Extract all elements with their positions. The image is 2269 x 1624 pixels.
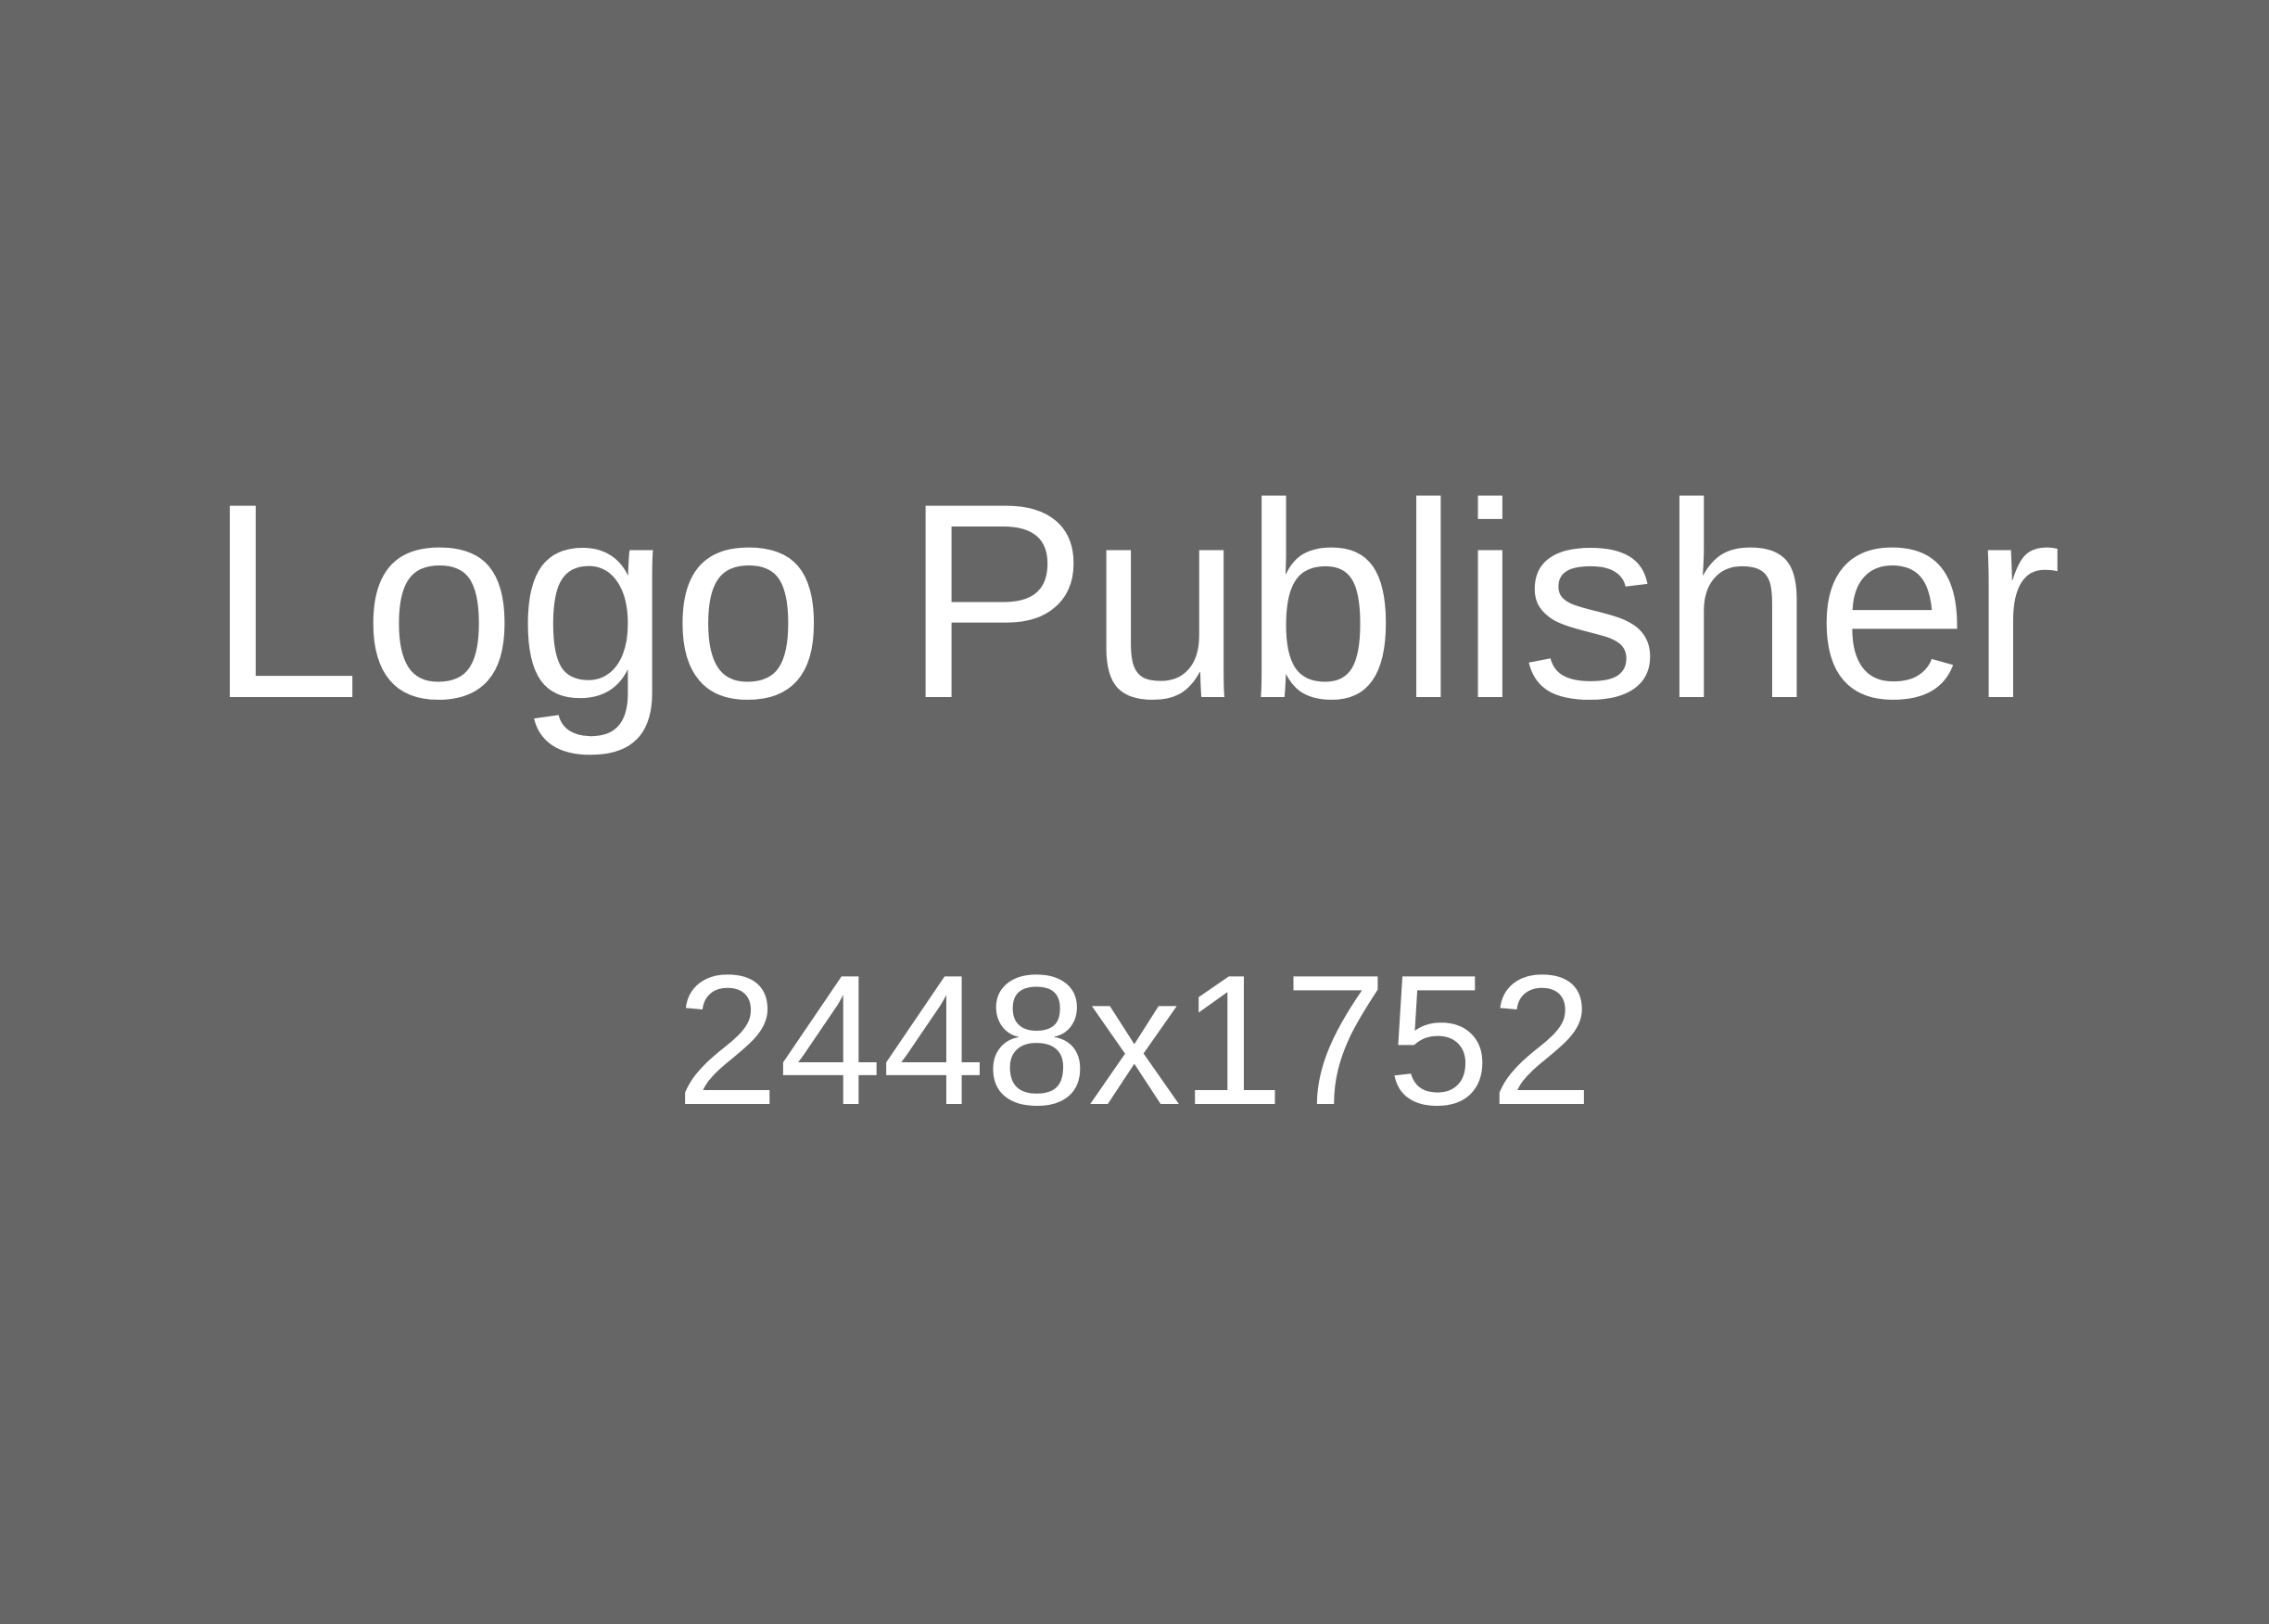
placeholder-dimensions: 2448x1752 — [676, 937, 1593, 1144]
placeholder-title: Logo Publisher — [207, 445, 2062, 756]
placeholder-image: Logo Publisher 2448x1752 — [0, 0, 2269, 1624]
